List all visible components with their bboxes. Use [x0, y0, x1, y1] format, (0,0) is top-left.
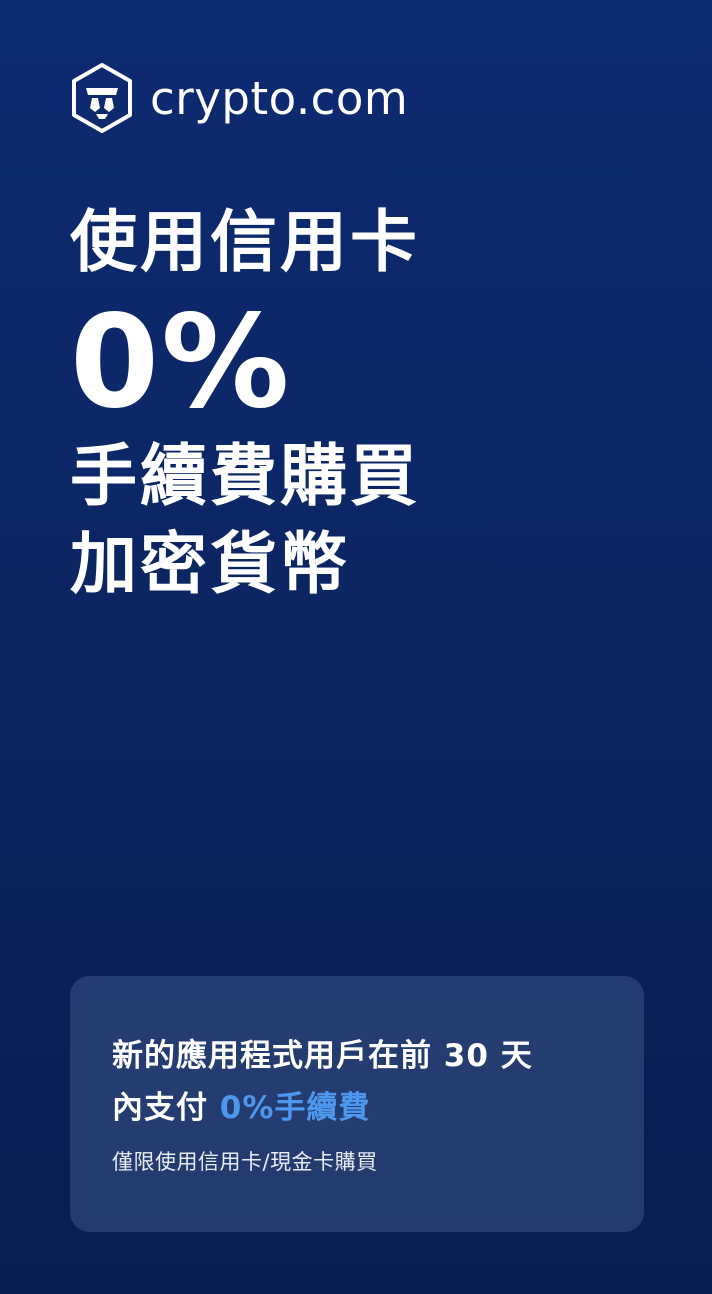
promo-title-line-2: 內支付 0%手續費 [112, 1082, 604, 1134]
headline-line-2: 手續費購買 [70, 437, 420, 515]
crypto-com-lion-shield-icon [72, 63, 132, 133]
headline: 使用信用卡 0% 手續費購買 加密貨幣 [70, 198, 670, 608]
promo-note: 僅限使用信用卡/現金卡購買 [112, 1150, 378, 1174]
headline-line-1: 使用信用卡 [70, 203, 420, 281]
promo-title-line-1: 新的應用程式用戶在前 30 天 [112, 1038, 533, 1074]
brand-name: crypto.com [150, 71, 409, 125]
promo-card: 新的應用程式用戶在前 30 天 內支付 0%手續費 僅限使用信用卡/現金卡購買 [70, 976, 644, 1232]
promo-highlight: 0%手續費 [219, 1090, 371, 1126]
headline-fee-percent: 0% [70, 288, 292, 437]
headline-line-3: 加密貨幣 [70, 525, 350, 603]
promo-title-prefix: 內支付 [112, 1090, 220, 1126]
brand-logo: crypto.com [70, 62, 408, 134]
promo-screen: crypto.com 使用信用卡 0% 手續費購買 加密貨幣 新的應用程式用戶在… [0, 0, 712, 1294]
